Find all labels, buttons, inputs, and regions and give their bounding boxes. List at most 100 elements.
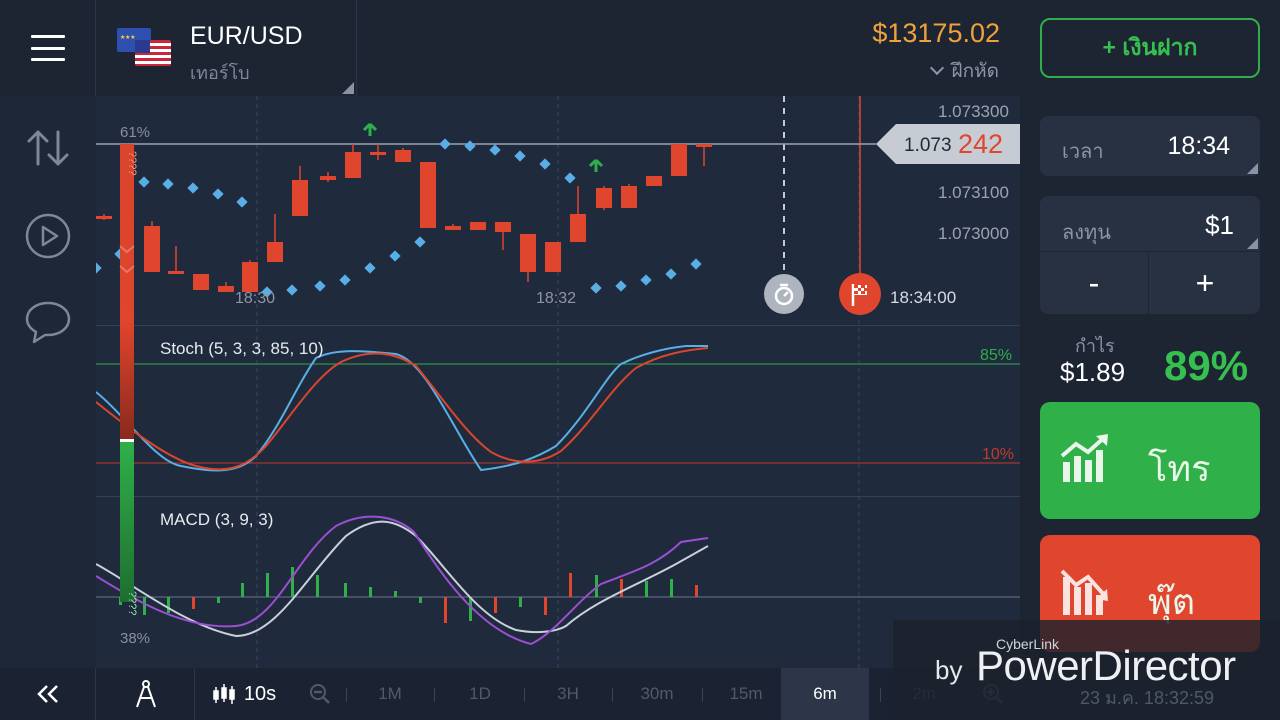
macd-histogram-bar (670, 579, 673, 597)
separator-main (96, 325, 1020, 326)
candle-body (470, 222, 486, 230)
call-trade-marker (362, 122, 604, 172)
macd-histogram-bar (519, 597, 522, 607)
sentiment-bar-divider (120, 439, 134, 442)
macd-histogram-bar (369, 587, 372, 597)
compass-icon (135, 680, 156, 708)
double-chevron-left-icon (36, 685, 58, 703)
macd-histogram-bar (544, 597, 547, 615)
macd-histogram-bar (344, 583, 347, 597)
candlestick-series (96, 144, 712, 292)
sar-dot (314, 280, 326, 292)
deposit-button[interactable]: + เงินฝาก (1040, 18, 1260, 78)
macd-histogram-bar (444, 597, 447, 623)
candle-body (370, 152, 386, 155)
sar-dot (212, 188, 224, 200)
zoom-out-button[interactable] (305, 668, 335, 720)
sar-dot (96, 262, 102, 274)
macd-series (96, 515, 709, 646)
timeframe-1D[interactable]: 1D (450, 668, 510, 720)
macd-histogram-bar (167, 597, 170, 613)
powerdirector-watermark: CyberLink by PowerDirector 23 ม.ค. 18:32… (893, 620, 1280, 720)
candle-body (144, 226, 160, 272)
timeframe-6m[interactable]: 6m (781, 668, 869, 720)
investment-input[interactable]: ลงทุน $1 (1040, 196, 1260, 252)
timeframe-30m[interactable]: 30m (626, 668, 688, 720)
price-chart[interactable]: ???? ???? 61% 38% 1.073300 1.073100 1.07… (96, 96, 1020, 668)
timeframe-15m[interactable]: 15m (716, 668, 776, 720)
candle-body (570, 214, 586, 242)
parabolic-sar-series (96, 138, 702, 298)
time-tick-1832: 18:32 (536, 290, 576, 307)
timeframe-3H[interactable]: 3H (538, 668, 598, 720)
sar-dot (640, 274, 652, 286)
stochastic-series (96, 345, 709, 472)
macd-histogram-bar (569, 573, 572, 597)
top-bar: EUR/USD เทอร์โบ $13175.02 ฝึกหัด + เงินฝ… (0, 0, 1280, 96)
time-tick-1830: 18:30 (235, 290, 275, 307)
candle-body (545, 242, 561, 272)
candle-body (696, 144, 712, 147)
chart-down-icon (1060, 569, 1108, 615)
candle-body (420, 162, 436, 228)
macd-histogram-bar (394, 591, 397, 597)
macd-histogram-bar (217, 597, 220, 603)
collapse-button[interactable] (0, 668, 96, 720)
sar-dot (286, 284, 298, 296)
chart-type-button[interactable]: 10s (196, 668, 292, 720)
watermark-by: by (935, 655, 963, 685)
asset-selector[interactable]: EUR/USD เทอร์โบ (97, 0, 357, 96)
sar-dot (590, 282, 602, 294)
sar-dot (514, 150, 526, 162)
call-button[interactable]: โทร (1040, 402, 1260, 519)
timer-icon (764, 274, 804, 314)
price-tick-2: 1.073100 (938, 183, 1009, 202)
candle-body (320, 176, 336, 180)
macd-line (96, 515, 709, 646)
candle-body (345, 152, 361, 178)
candle-body (267, 242, 283, 262)
chart-canvas: ???? ???? 61% 38% 1.073300 1.073100 1.07… (96, 96, 1020, 668)
candle-body (671, 144, 687, 176)
candle-body (193, 274, 209, 290)
macd-histogram-bar (316, 575, 319, 597)
macd-label: MACD (3, 9, 3) (160, 510, 273, 529)
play-circle-icon[interactable] (24, 212, 72, 260)
expiry-time-selector[interactable]: เวลา 18:34 (1040, 116, 1260, 176)
current-price-tag: 1.073 242 (876, 124, 1020, 164)
sentiment-bar-red (120, 144, 134, 439)
menu-button[interactable] (0, 0, 96, 96)
candle-body (520, 234, 536, 272)
account-mode-selector[interactable]: ฝึกหัด (929, 56, 1000, 86)
drawing-tools-button[interactable] (97, 668, 195, 720)
macd-histogram-bar (494, 597, 497, 613)
timeframe-1M[interactable]: 1M (360, 668, 420, 720)
sar-dot (439, 138, 451, 150)
macd-histogram-bar (695, 585, 698, 597)
candle-body (96, 216, 112, 219)
sar-dot (615, 280, 627, 292)
sar-dot (389, 250, 401, 262)
zoom-out-icon (310, 684, 330, 704)
chat-bubble-icon[interactable] (24, 298, 72, 346)
account-mode-label: ฝึกหัด (951, 61, 1000, 82)
stoch-fast-line (96, 345, 708, 472)
sar-dot (539, 158, 551, 170)
server-datetime: 23 ม.ค. 18:32:59 (1080, 688, 1214, 708)
finish-flag-icon (839, 273, 881, 315)
increase-investment-button[interactable]: + (1150, 253, 1260, 314)
macd-histogram-bar (143, 597, 146, 615)
sentiment-lower-pct: 38% (120, 630, 150, 647)
trading-app: EUR/USD เทอร์โบ $13175.02 ฝึกหัด + เงินฝ… (0, 0, 1280, 720)
macd-histogram-bar (419, 597, 422, 603)
decrease-investment-button[interactable]: - (1040, 253, 1149, 314)
candle-body (495, 222, 511, 232)
macd-histogram-bar (469, 597, 472, 621)
candle-body (242, 262, 258, 292)
up-down-arrows-icon[interactable] (24, 124, 72, 172)
stoch-slow-line (96, 347, 709, 471)
account-balance[interactable]: $13175.02 (872, 18, 1000, 49)
sar-dot (138, 176, 150, 188)
candle-body (445, 226, 461, 230)
sentiment-upper-label: ???? (126, 151, 138, 175)
